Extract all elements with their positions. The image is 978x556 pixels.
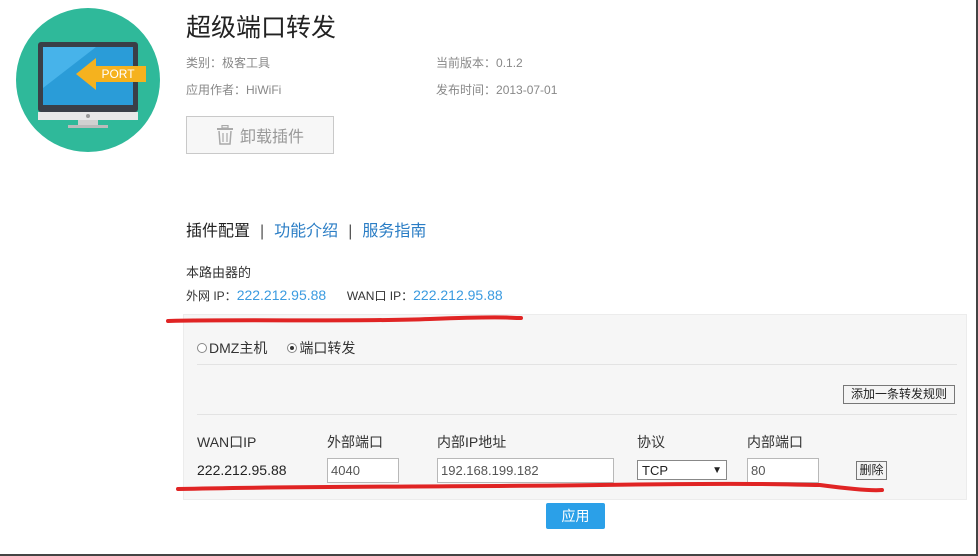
radio-dmz-dot xyxy=(197,343,207,353)
external-ip-value: 222.212.95.88 xyxy=(236,287,327,303)
rule-wan-ip: 222.212.95.88 xyxy=(197,462,287,478)
col-header-protocol: 协议 xyxy=(637,434,665,450)
col-header-internal-ip: 内部IP地址 xyxy=(437,434,507,450)
version-label: 当前版本： xyxy=(436,56,497,70)
internal-ip-input[interactable] xyxy=(437,458,614,483)
wan-ip-label: WAN口 IP： xyxy=(346,289,414,303)
monitor-port-icon: PORT xyxy=(38,42,146,128)
mode-radio-group: DMZ主机 端口转发 xyxy=(197,338,355,358)
col-header-internal-port: 内部端口 xyxy=(747,434,803,450)
plugin-title: 超级端口转发 xyxy=(186,14,337,42)
radio-port-forward[interactable]: 端口转发 xyxy=(287,338,355,358)
col-header-external-port: 外部端口 xyxy=(327,434,383,450)
radio-dmz-label: DMZ主机 xyxy=(209,340,268,356)
col-header-wan-ip: WAN口IP xyxy=(197,434,257,450)
protocol-value: TCP xyxy=(642,462,668,478)
tab-intro[interactable]: 功能介绍 xyxy=(274,223,338,240)
uninstall-label: 卸载插件 xyxy=(239,129,304,146)
divider xyxy=(197,414,957,415)
release-meta: 发布时间：2013-07-01 xyxy=(436,81,557,98)
external-port-input[interactable] xyxy=(327,458,399,483)
category-value: 极客工具 xyxy=(222,56,271,70)
router-ip-line: 外网 IP：222.212.95.88 WAN口 IP：222.212.95.8… xyxy=(186,287,503,304)
logo-badge-text: PORT xyxy=(101,67,135,81)
apply-button[interactable]: 应用 xyxy=(546,503,605,529)
release-label: 发布时间： xyxy=(436,83,497,97)
version-value: 0.1.2 xyxy=(496,56,523,70)
radio-port-forward-label: 端口转发 xyxy=(299,340,356,356)
tab-guide[interactable]: 服务指南 xyxy=(362,223,426,240)
dropdown-arrow-icon: ▼ xyxy=(712,464,722,476)
tab-separator: | xyxy=(348,223,353,240)
plugin-tabs: 插件配置 | 功能介绍 | 服务指南 xyxy=(186,217,426,241)
internal-port-input[interactable] xyxy=(747,458,819,483)
tab-separator: | xyxy=(260,223,265,240)
divider xyxy=(197,364,957,365)
router-label: 本路由器的 xyxy=(186,265,252,280)
category-label: 类别： xyxy=(186,56,223,70)
category-meta: 类别：极客工具 xyxy=(186,54,270,71)
plugin-logo: PORT xyxy=(16,8,160,152)
delete-rule-button[interactable]: 删除 xyxy=(856,461,887,480)
add-rule-button[interactable]: 添加一条转发规则 xyxy=(843,385,955,404)
release-value: 2013-07-01 xyxy=(496,83,558,97)
wan-ip-value: 222.212.95.88 xyxy=(413,287,503,303)
author-meta: 应用作者：HiWiFi xyxy=(186,81,281,98)
author-label: 应用作者： xyxy=(186,83,247,97)
version-meta: 当前版本：0.1.2 xyxy=(436,54,523,71)
trash-icon xyxy=(216,125,233,145)
author-value: HiWiFi xyxy=(246,83,282,97)
protocol-select[interactable]: TCP ▼ xyxy=(637,460,727,480)
external-ip-label: 外网 IP： xyxy=(186,289,237,303)
radio-port-forward-dot xyxy=(287,343,298,353)
tab-config[interactable]: 插件配置 xyxy=(186,223,250,240)
uninstall-button[interactable]: 卸载插件 xyxy=(186,116,334,154)
radio-dmz[interactable]: DMZ主机 xyxy=(197,338,267,358)
